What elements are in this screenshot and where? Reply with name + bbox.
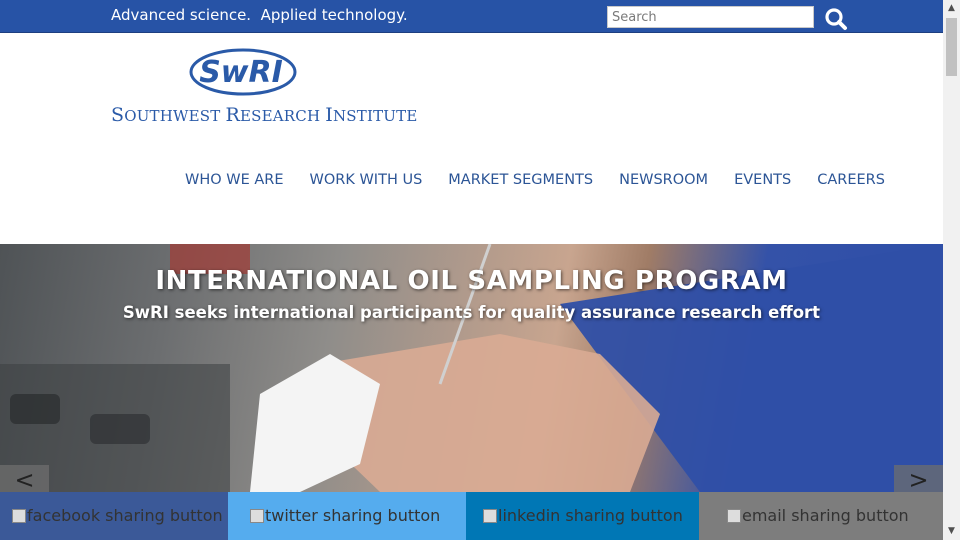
linkedin-share-button[interactable]: linkedin sharing button [466, 492, 699, 540]
hero-slider[interactable]: INTERNATIONAL OIL SAMPLING PROGRAM SwRI … [0, 244, 943, 492]
broken-image-icon [483, 509, 497, 523]
chevron-left-icon: < [14, 466, 35, 492]
broken-image-icon [727, 509, 741, 523]
nav-careers[interactable]: CAREERS [817, 172, 885, 188]
search-icon [825, 8, 847, 30]
search-button[interactable] [822, 6, 850, 32]
scroll-up-icon[interactable]: ▲ [943, 0, 960, 17]
scroll-thumb[interactable] [946, 18, 957, 76]
search-input[interactable] [607, 6, 814, 28]
scroll-down-icon[interactable]: ▼ [943, 523, 960, 540]
slider-prev-button[interactable]: < [0, 465, 49, 492]
nav-market-segments[interactable]: MARKET SEGMENTS [448, 172, 593, 188]
email-share-button[interactable]: email sharing button [699, 492, 943, 540]
nav-work-with-us[interactable]: WORK WITH US [310, 172, 423, 188]
main-nav: WHO WE ARE WORK WITH US MARKET SEGMENTS … [185, 172, 885, 188]
share-bar: facebook sharing button twitter sharing … [0, 492, 943, 540]
logo-name: SOUTHWEST RESEARCH INSTITUTE [111, 104, 418, 126]
vertical-scrollbar[interactable]: ▲ ▼ [943, 0, 960, 540]
nav-who-we-are[interactable]: WHO WE ARE [185, 172, 284, 188]
swri-logo-mark: SwRI [189, 48, 297, 96]
hero-title: INTERNATIONAL OIL SAMPLING PROGRAM [155, 266, 788, 296]
facebook-share-button[interactable]: facebook sharing button [0, 492, 228, 540]
twitter-share-button[interactable]: twitter sharing button [228, 492, 466, 540]
broken-image-icon [12, 509, 26, 523]
nav-events[interactable]: EVENTS [734, 172, 791, 188]
logo-mark-text: SwRI [199, 55, 283, 90]
nav-newsroom[interactable]: NEWSROOM [619, 172, 708, 188]
broken-image-icon [250, 509, 264, 523]
swri-logo[interactable]: SwRI SOUTHWEST RESEARCH INSTITUTE [111, 48, 417, 128]
chevron-right-icon: > [908, 466, 929, 492]
slider-next-button[interactable]: > [894, 465, 943, 492]
tagline: Advanced science. Applied technology. [111, 6, 408, 24]
hero-subtitle: SwRI seeks international participants fo… [122, 303, 821, 322]
top-bar: Advanced science. Applied technology. [0, 0, 943, 33]
